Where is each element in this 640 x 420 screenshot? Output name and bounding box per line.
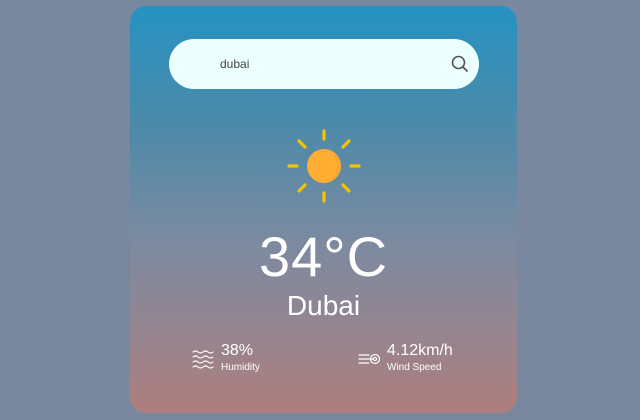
sun-icon [286,128,362,204]
humidity-label: Humidity [221,362,260,373]
wind-value: 4.12km/h [387,342,453,359]
wind-icon [357,347,381,371]
weather-card: 34°C Dubai 38% Humidity [130,6,517,413]
city-name: Dubai [286,290,361,321]
humidity-value: 38% [221,342,254,359]
search-input[interactable] [220,49,420,79]
temperature: 34°C [258,225,389,288]
search-icon[interactable] [449,53,471,75]
wind-label: Wind Speed [387,362,442,373]
humidity-icon [191,347,215,371]
search-bar [169,39,479,89]
